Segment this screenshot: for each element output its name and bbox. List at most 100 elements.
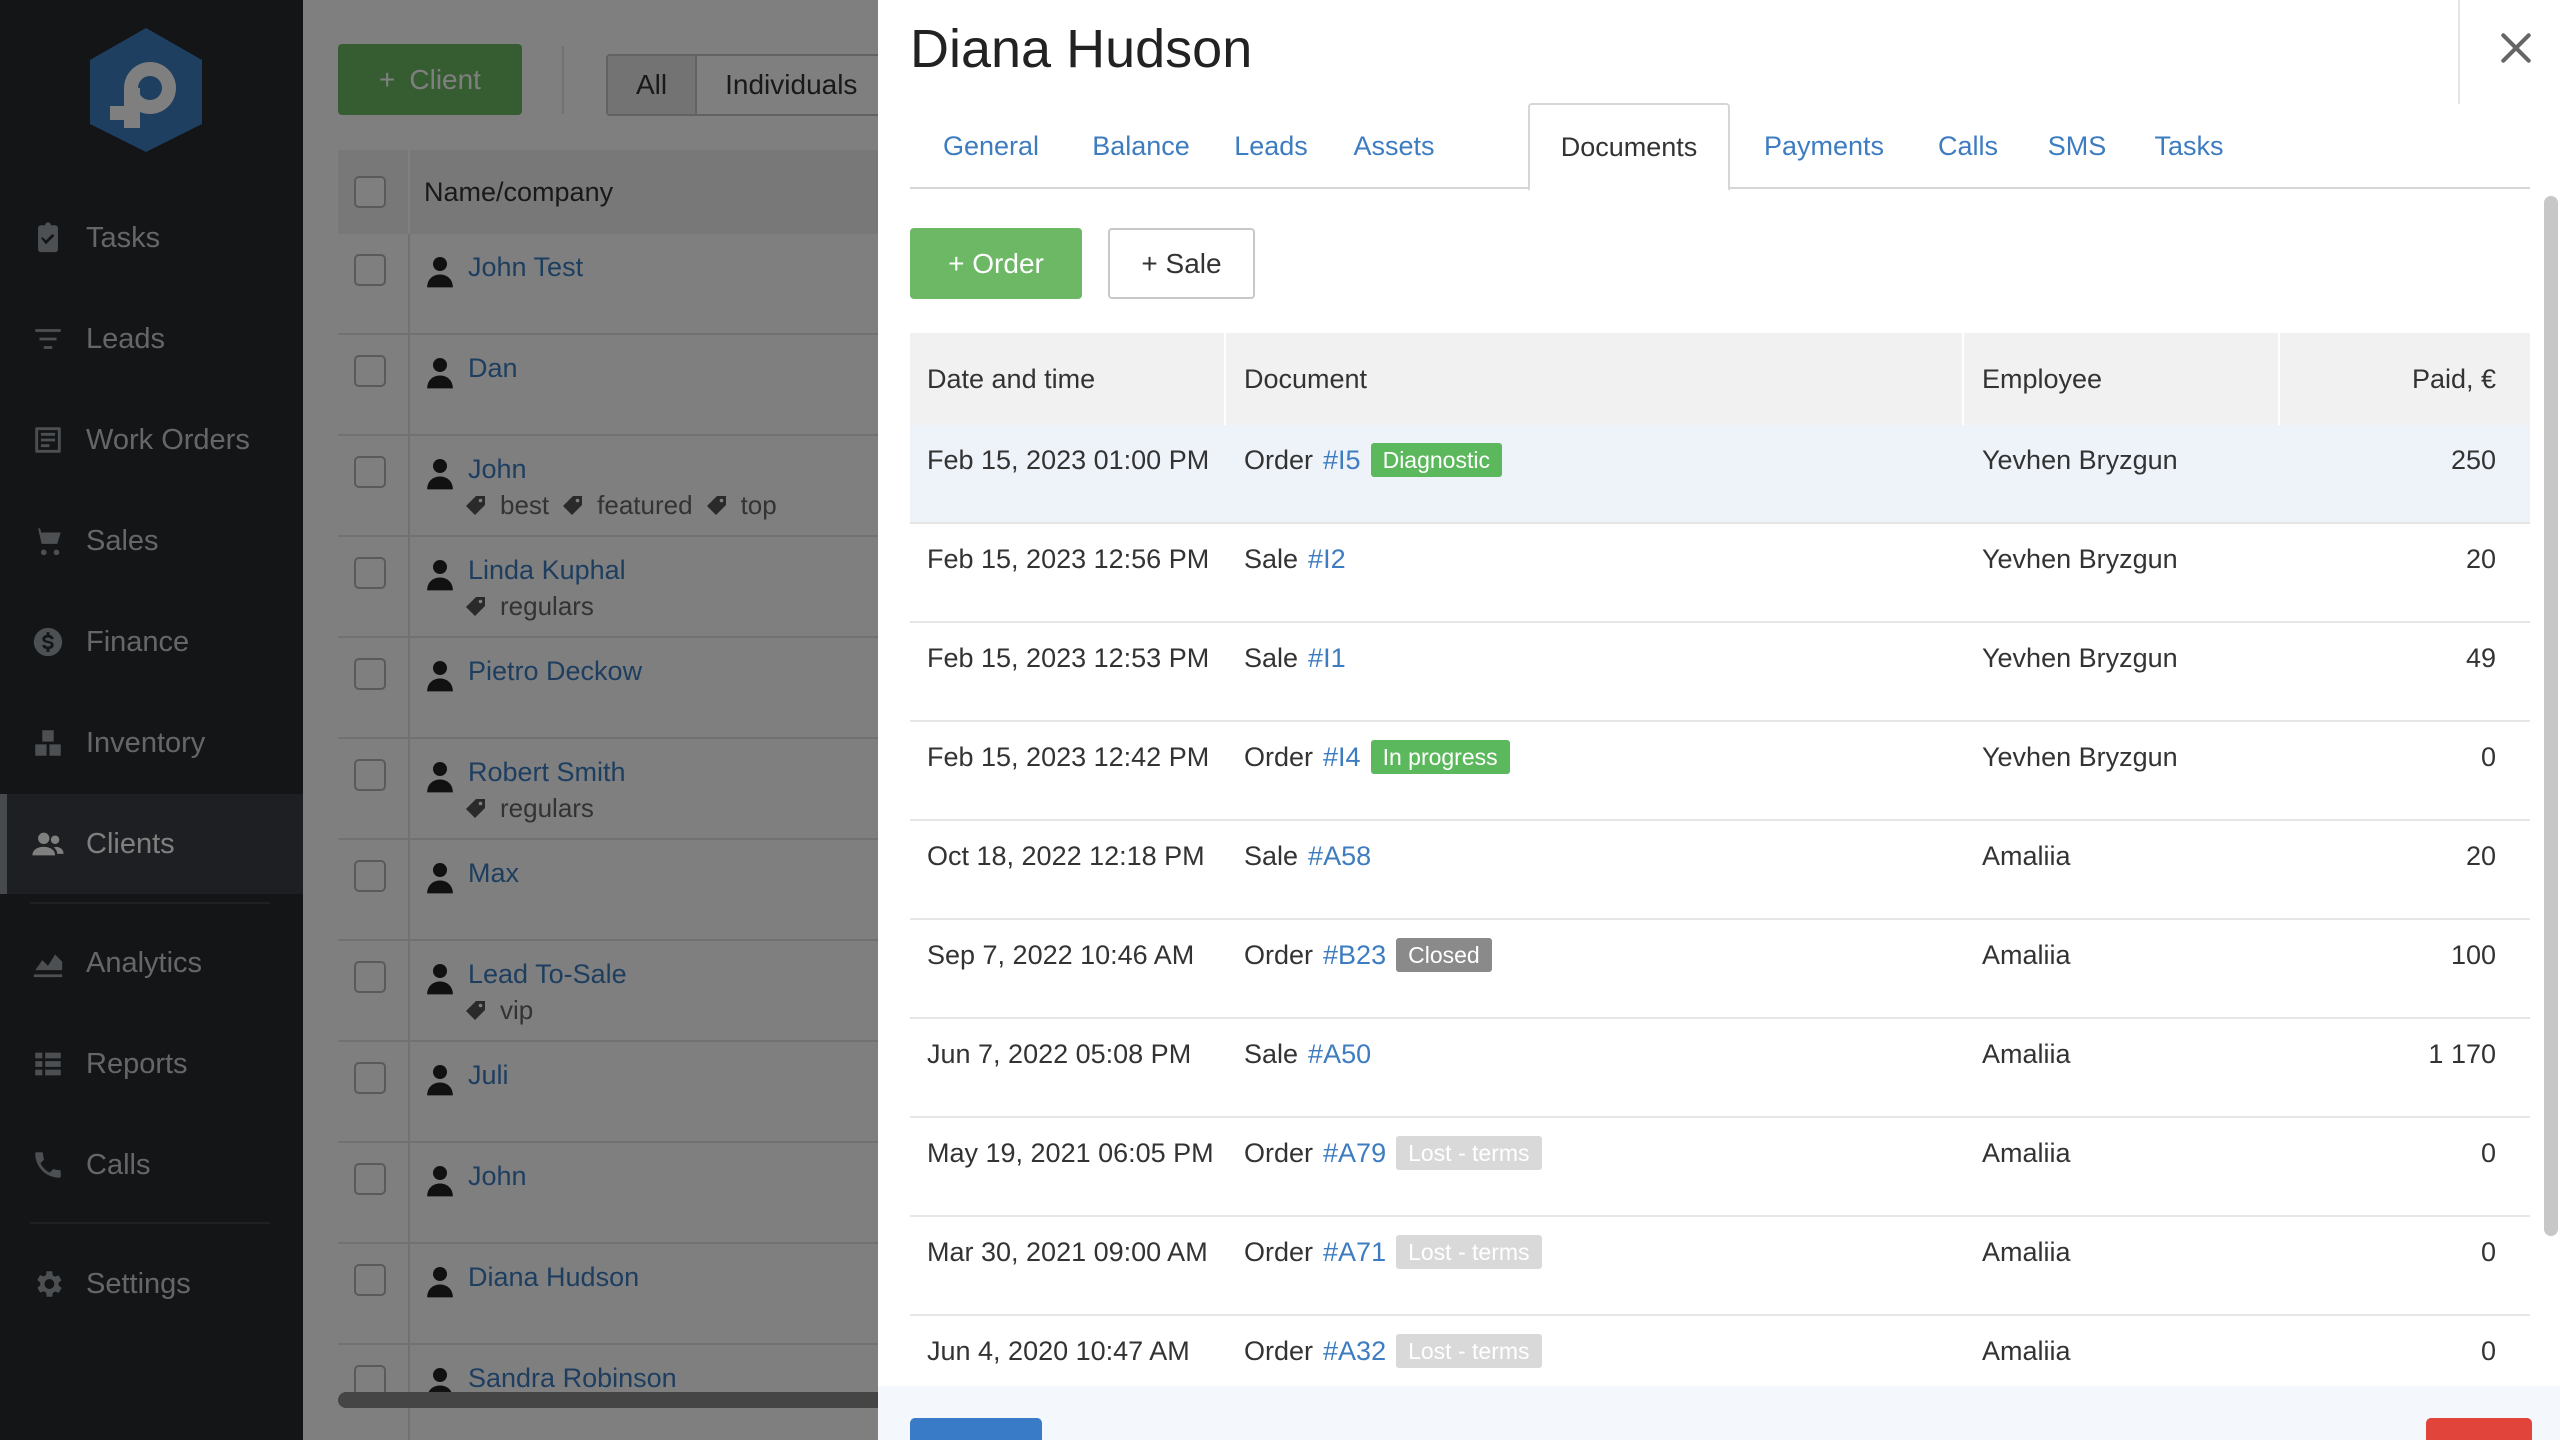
status-badge: Lost - terms — [1396, 1235, 1542, 1269]
document-cell: Sale #I1 — [1244, 623, 1346, 693]
document-row[interactable]: Mar 30, 2021 09:00 AM Order #A71 Lost - ter… — [910, 1217, 2530, 1316]
document-row[interactable]: Feb 15, 2023 12:56 PM Sale #I2 Yevhen Bryzg… — [910, 524, 2530, 623]
document-date: Sep 7, 2022 10:46 AM — [927, 939, 1195, 970]
paid-column-header: Paid, € — [2411, 363, 2496, 394]
document-type: Sale — [1244, 840, 1299, 871]
document-paid: 20 — [2465, 543, 2496, 574]
document-type: Sale — [1244, 642, 1299, 673]
document-link[interactable]: #I1 — [1308, 643, 1346, 674]
document-employee: Yevhen Bryzgun — [1982, 444, 2178, 475]
document-row[interactable]: Sep 7, 2022 10:46 AM Order #B23 Closed Amali… — [910, 920, 2530, 1019]
status-badge: Lost - terms — [1396, 1136, 1542, 1170]
document-employee: Amaliia — [1982, 1236, 2071, 1267]
document-link[interactable]: #A32 — [1323, 1336, 1386, 1367]
document-paid: 0 — [2480, 1236, 2496, 1267]
tab-general[interactable]: General — [910, 103, 1072, 189]
document-employee: Amaliia — [1982, 840, 2071, 871]
document-cell: Sale #A50 — [1244, 1019, 1371, 1089]
document-date: Feb 15, 2023 01:00 PM — [927, 444, 1210, 475]
tab-leads[interactable]: Leads — [1210, 103, 1332, 189]
document-employee: Amaliia — [1982, 939, 2071, 970]
document-employee: Yevhen Bryzgun — [1982, 543, 2178, 574]
document-cell: Order #B23 Closed — [1244, 920, 1492, 990]
document-employee: Amaliia — [1982, 1137, 2071, 1168]
document-paid: 20 — [2465, 840, 2496, 871]
document-cell: Sale #I2 — [1244, 524, 1346, 594]
document-row[interactable]: Oct 18, 2022 12:18 PM Sale #A58 Amaliia 20 — [910, 821, 2530, 920]
save-button[interactable] — [910, 1418, 1042, 1440]
tab-payments[interactable]: Payments — [1740, 103, 1908, 189]
date-column-header: Date and time — [927, 363, 1096, 394]
status-badge: Closed — [1396, 938, 1492, 972]
document-type: Order — [1244, 1137, 1314, 1168]
document-date: Feb 15, 2023 12:53 PM — [927, 642, 1210, 673]
document-link[interactable]: #I4 — [1323, 742, 1361, 773]
document-row[interactable]: Feb 15, 2023 12:53 PM Sale #I1 Yevhen Bryzg… — [910, 623, 2530, 722]
document-cell: Order #I5 Diagnostic — [1244, 425, 1502, 495]
column-divider — [1224, 333, 1226, 425]
document-link[interactable]: #I5 — [1323, 445, 1361, 476]
document-paid: 0 — [2480, 741, 2496, 772]
document-paid: 49 — [2465, 642, 2496, 673]
document-type: Order — [1244, 939, 1314, 970]
vertical-scrollbar[interactable] — [2544, 196, 2558, 1236]
document-cell: Order #A32 Lost - terms — [1244, 1316, 1542, 1386]
document-column-header: Document — [1244, 363, 1368, 394]
tab-sms[interactable]: SMS — [2026, 103, 2128, 189]
document-cell: Order #A71 Lost - terms — [1244, 1217, 1542, 1287]
document-cell: Order #I4 In progress — [1244, 722, 1510, 792]
document-row[interactable]: Feb 15, 2023 12:42 PM Order #I4 In progress… — [910, 722, 2530, 821]
column-divider — [1962, 333, 1964, 425]
document-cell: Order #A79 Lost - terms — [1244, 1118, 1542, 1188]
document-employee: Amaliia — [1982, 1038, 2071, 1069]
document-link[interactable]: #A58 — [1308, 841, 1371, 872]
status-badge: Lost - terms — [1396, 1334, 1542, 1368]
document-type: Order — [1244, 1335, 1314, 1366]
add-sale-button[interactable]: + Sale — [1108, 228, 1255, 299]
tab-calls[interactable]: Calls — [1910, 103, 2026, 189]
document-paid: 0 — [2480, 1137, 2496, 1168]
document-link[interactable]: #A50 — [1308, 1039, 1371, 1070]
document-paid: 250 — [2450, 444, 2496, 475]
status-badge: In progress — [1370, 740, 1510, 774]
document-date: Mar 30, 2021 09:00 AM — [927, 1236, 1208, 1267]
document-type: Order — [1244, 444, 1314, 475]
tab-tasks[interactable]: Tasks — [2128, 103, 2250, 189]
document-type: Order — [1244, 1236, 1314, 1267]
tab-documents[interactable]: Documents — [1528, 103, 1730, 191]
modal-title: Diana Hudson — [910, 19, 1253, 79]
tab-assets[interactable]: Assets — [1332, 103, 1456, 189]
document-row[interactable]: Feb 15, 2023 01:00 PM Order #I5 Diagnostic Y… — [910, 425, 2530, 524]
document-date: Oct 18, 2022 12:18 PM — [927, 840, 1205, 871]
document-type: Order — [1244, 741, 1314, 772]
document-date: Jun 4, 2020 10:47 AM — [927, 1335, 1190, 1366]
add-order-button[interactable]: + Order — [910, 228, 1082, 299]
document-link[interactable]: #A79 — [1323, 1138, 1386, 1169]
document-paid: 100 — [2450, 939, 2496, 970]
documents-table-header: Date and time Document Employee Paid, € — [910, 333, 2530, 425]
document-employee: Yevhen Bryzgun — [1982, 741, 2178, 772]
document-type: Sale — [1244, 543, 1299, 574]
document-paid: 0 — [2480, 1335, 2496, 1366]
document-link[interactable]: #A71 — [1323, 1237, 1386, 1268]
client-modal: Diana Hudson General Balance Leads Asset… — [878, 0, 2560, 1440]
column-divider — [2278, 333, 2280, 425]
document-date: Jun 7, 2022 05:08 PM — [927, 1038, 1192, 1069]
document-employee: Amaliia — [1982, 1335, 2071, 1366]
document-date: Feb 15, 2023 12:56 PM — [927, 543, 1210, 574]
document-row[interactable]: Jun 7, 2022 05:08 PM Sale #A50 Amaliia 1 170 — [910, 1019, 2530, 1118]
employee-column-header: Employee — [1982, 363, 2103, 394]
document-link[interactable]: #B23 — [1323, 940, 1386, 971]
modal-tabs: General Balance Leads Assets Documents P… — [910, 103, 2530, 191]
document-row[interactable]: May 19, 2021 06:05 PM Order #A79 Lost - ter… — [910, 1118, 2530, 1217]
status-badge: Diagnostic — [1370, 443, 1502, 477]
close-button[interactable] — [2490, 22, 2542, 74]
document-paid: 1 170 — [2428, 1038, 2496, 1069]
tab-balance[interactable]: Balance — [1072, 103, 1210, 189]
document-employee: Yevhen Bryzgun — [1982, 642, 2178, 673]
document-cell: Sale #A58 — [1244, 821, 1371, 891]
close-icon — [2501, 33, 2531, 63]
document-link[interactable]: #I2 — [1308, 544, 1346, 575]
delete-button[interactable] — [2426, 1418, 2532, 1440]
document-type: Sale — [1244, 1038, 1299, 1069]
